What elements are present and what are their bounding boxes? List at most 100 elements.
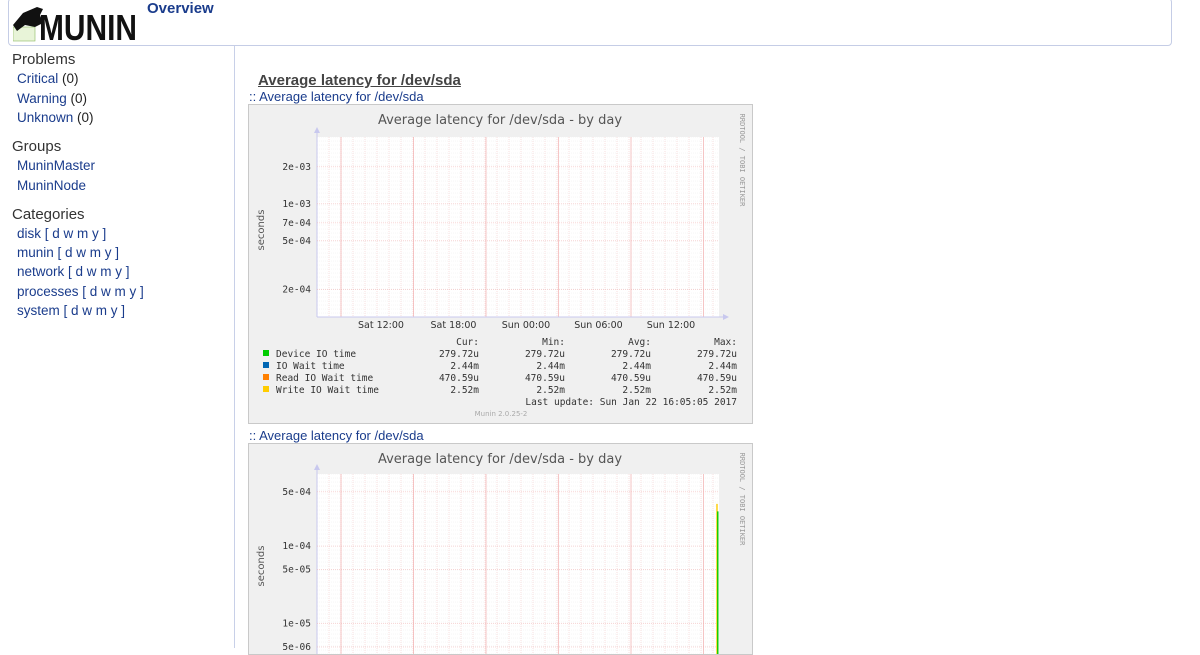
y-tick-label: 5e-06 [282, 642, 311, 653]
legend-value: 2.44m [622, 361, 651, 372]
category-network-link[interactable]: network [17, 264, 64, 279]
legend-header-cur: Cur: [456, 337, 479, 348]
y-tick-label: 1e-05 [282, 619, 311, 630]
x-tick-label: Sat 12:00 [358, 320, 404, 331]
y-axis-arrow [314, 127, 320, 133]
problem-warning: Warning (0) [17, 91, 87, 106]
chart-title: Average latency for /dev/sda - by day [378, 452, 622, 467]
last-update: Last update: Sun Jan 22 16:05:05 2017 [525, 397, 737, 408]
categories-title: Categories [12, 206, 85, 223]
y-axis-arrow [314, 464, 320, 470]
category-system-periods[interactable]: [ d w m y ] [64, 303, 126, 318]
legend-value: 2.52m [536, 385, 565, 396]
graph-link-1[interactable]: :: Average latency for /dev/sda [249, 89, 424, 104]
category-munin-periods[interactable]: [ d w m y ] [58, 245, 120, 260]
category-processes-link[interactable]: processes [17, 284, 79, 299]
legend-value: 2.44m [536, 361, 565, 372]
legend-series-name: Read IO Wait time [276, 373, 374, 384]
category-munin: munin [ d w m y ] [17, 245, 119, 260]
y-tick-label: 1e-04 [282, 541, 311, 552]
problem-critical: Critical (0) [17, 71, 79, 86]
latency-chart-2: Average latency for /dev/sda - by day se… [256, 452, 746, 654]
y-tick-label: 5e-04 [282, 236, 311, 247]
warning-count: (0) [70, 91, 88, 106]
latency-chart-1: Average latency for /dev/sda - by day se… [256, 113, 746, 418]
legend-header-avg: Avg: [628, 337, 651, 348]
critical-count: (0) [62, 71, 79, 86]
legend-value: 279.72u [611, 349, 651, 360]
legend-value: 470.59u [611, 373, 651, 384]
legend-value: 279.72u [697, 349, 737, 360]
y-axis-label: seconds [256, 210, 267, 251]
x-axis-arrow [723, 314, 729, 320]
problem-unknown: Unknown (0) [17, 110, 94, 125]
legend-value: 2.44m [708, 361, 737, 372]
category-processes: processes [ d w m y ] [17, 284, 144, 299]
grid [314, 127, 729, 320]
legend-swatch [263, 386, 269, 392]
legend-series-name: IO Wait time [276, 361, 345, 372]
latency-graph-day-1[interactable]: Average latency for /dev/sda - by day se… [248, 104, 753, 424]
munin-logo[interactable]: MUNIN [13, 3, 137, 43]
legend-value: 2.52m [708, 385, 737, 396]
category-disk-link[interactable]: disk [17, 226, 41, 241]
category-system-link[interactable]: system [17, 303, 60, 318]
y-axis-label: seconds [256, 546, 267, 587]
legend: Device IO time 279.72u 279.72u 279.72u 279.7… [263, 349, 737, 396]
legend-header-max: Max: [714, 337, 737, 348]
munin-version: Munin 2.0.25-2 [475, 410, 528, 418]
x-tick-label: Sun 06:00 [574, 320, 622, 331]
grid [314, 464, 719, 654]
groups-title: Groups [12, 138, 62, 155]
legend-swatch [263, 362, 269, 368]
page-title[interactable]: Average latency for /dev/sda [258, 72, 461, 89]
category-munin-link[interactable]: munin [17, 245, 54, 260]
side-label: RRDTOOL / TOBI OETIKER [738, 114, 746, 208]
group-munin-node[interactable]: MuninNode [17, 178, 86, 193]
category-processes-periods[interactable]: [ d w m y ] [82, 284, 144, 299]
overview-link[interactable]: Overview [147, 0, 214, 17]
warning-link[interactable]: Warning [17, 91, 67, 106]
legend-swatch [263, 374, 269, 380]
legend-value: 2.52m [450, 385, 479, 396]
x-ticks: Sat 12:00 Sat 18:00 Sun 00:00 Sun 06:00 Sun … [358, 320, 695, 331]
y-tick-label: 2e-04 [282, 285, 311, 296]
latency-graph-day-2[interactable]: Average latency for /dev/sda - by day se… [248, 443, 753, 655]
legend-value: 2.44m [450, 361, 479, 372]
problems-title: Problems [12, 51, 76, 68]
sidebar: Problems Critical (0) Warning (0) Unknow… [0, 46, 235, 648]
y-tick-label: 7e-04 [282, 218, 311, 229]
legend-value: 279.72u [439, 349, 479, 360]
header-bar: MUNIN Overview [8, 0, 1172, 46]
series [716, 503, 719, 654]
unknown-link[interactable]: Unknown [17, 110, 73, 125]
side-label: RRDTOOL / TOBI OETIKER [738, 453, 746, 547]
legend-series-name: Write IO Wait time [276, 385, 379, 396]
x-tick-label: Sun 12:00 [647, 320, 695, 331]
legend-value: 470.59u [439, 373, 479, 384]
unknown-count: (0) [77, 110, 94, 125]
legend-value: 470.59u [525, 373, 565, 384]
x-tick-label: Sun 00:00 [502, 320, 550, 331]
y-tick-label: 2e-03 [282, 162, 311, 173]
legend-header-min: Min: [542, 337, 565, 348]
logo-text: MUNIN [39, 7, 137, 43]
legend-value: 279.72u [525, 349, 565, 360]
y-tick-label: 5e-05 [282, 564, 311, 575]
category-system: system [ d w m y ] [17, 303, 125, 318]
critical-link[interactable]: Critical [17, 71, 58, 86]
category-network: network [ d w m y ] [17, 264, 130, 279]
chart-title: Average latency for /dev/sda - by day [378, 113, 622, 128]
category-disk: disk [ d w m y ] [17, 226, 106, 241]
y-tick-label: 1e-03 [282, 199, 311, 210]
group-munin-master[interactable]: MuninMaster [17, 158, 95, 173]
legend-value: 470.59u [697, 373, 737, 384]
graph-link-2[interactable]: :: Average latency for /dev/sda [249, 428, 424, 443]
category-network-periods[interactable]: [ d w m y ] [68, 264, 130, 279]
legend-swatch [263, 350, 269, 356]
legend-value: 2.52m [622, 385, 651, 396]
category-disk-periods[interactable]: [ d w m y ] [45, 226, 107, 241]
y-tick-label: 5e-04 [282, 487, 311, 498]
x-tick-label: Sat 18:00 [431, 320, 477, 331]
legend-series-name: Device IO time [276, 349, 356, 360]
